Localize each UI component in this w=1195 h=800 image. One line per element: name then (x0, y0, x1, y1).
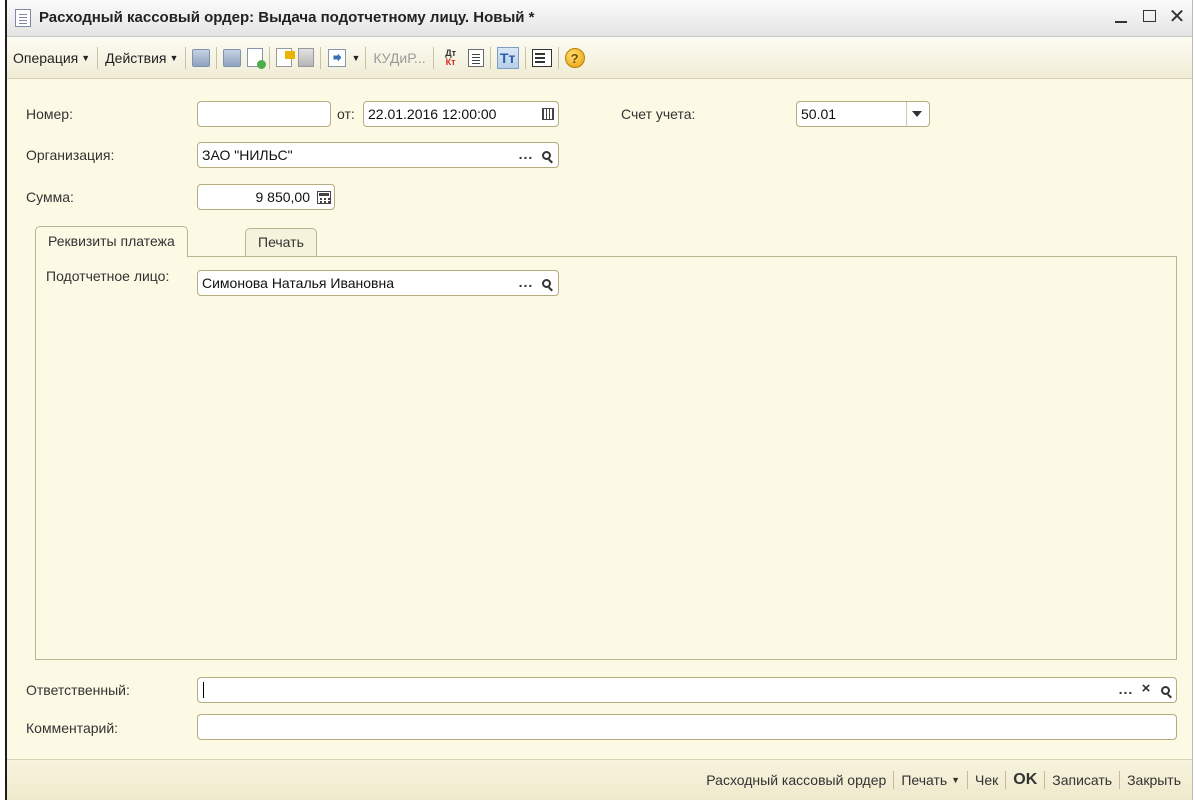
account-select[interactable]: 50.01 (796, 101, 930, 127)
organization-choose-button[interactable]: ... (516, 143, 536, 167)
print-menu-button[interactable]: Печать ▼ (894, 772, 967, 788)
account-label: Счет учета: (621, 106, 696, 122)
search-icon (541, 150, 551, 160)
organization-label: Организация: (26, 147, 115, 163)
calculator-icon (317, 190, 331, 204)
footer-bar: Расходный кассовый ордер Печать ▼ Чек OK… (7, 760, 1192, 800)
close-window-button[interactable]: ✕ (1168, 5, 1186, 29)
comment-label: Комментарий: (26, 720, 119, 736)
responsible-field[interactable]: ... × (197, 677, 1177, 703)
toolbar: Операция ▼ Действия ▼ ▼ КУДиР... Дт Кт Тт ? (7, 37, 1192, 79)
tab-print[interactable]: Печать (245, 228, 317, 256)
sum-field[interactable]: 9 850,00 (197, 184, 335, 210)
postings-report-icon[interactable] (276, 48, 296, 67)
window-title: Расходный кассовый ордер: Выдача подотче… (39, 9, 535, 26)
search-icon (1160, 685, 1170, 695)
post-and-close-icon[interactable] (192, 48, 211, 67)
responsible-label: Ответственный: (26, 682, 130, 698)
comment-field[interactable] (197, 714, 1177, 740)
toolbar-divider (489, 46, 491, 69)
kudir-button[interactable]: КУДиР... (369, 50, 429, 66)
responsible-open-button[interactable] (1155, 678, 1175, 702)
toolbar-divider (185, 46, 187, 69)
organization-field[interactable]: ЗАО "НИЛЬС" ... (197, 142, 559, 168)
check-button[interactable]: Чек (968, 772, 1005, 788)
print-order-button[interactable]: Расходный кассовый ордер (699, 772, 893, 788)
accountable-person-field[interactable]: Симонова Наталья Ивановна ... (197, 270, 559, 296)
kt-label: Кт (445, 56, 456, 67)
calculator-button[interactable] (314, 185, 334, 209)
toolbar-divider (269, 46, 271, 69)
number-label: Номер: (26, 106, 73, 122)
toolbar-divider (557, 46, 559, 69)
ok-button[interactable]: OK (1006, 771, 1044, 789)
responsible-choose-button[interactable]: ... (1116, 678, 1136, 702)
date-label: от: (337, 106, 355, 122)
sum-value: 9 850,00 (255, 189, 311, 205)
responsible-clear-button[interactable]: × (1136, 678, 1156, 702)
operation-menu-label: Операция (13, 49, 79, 66)
organization-value: ЗАО "НИЛЬС" (202, 147, 293, 163)
chevron-down-icon (912, 111, 922, 118)
chevron-down-icon: ▼ (351, 52, 361, 63)
toolbar-divider (432, 46, 434, 69)
create-based-on-icon (328, 48, 347, 67)
accountable-person-choose-button[interactable]: ... (516, 271, 536, 295)
save-button[interactable]: Записать (1045, 772, 1119, 788)
chevron-down-icon: ▼ (81, 52, 91, 63)
title-bar[interactable]: Расходный кассовый ордер: Выдача подотче… (7, 0, 1192, 37)
accountable-person-value: Симонова Наталья Ивановна (202, 275, 394, 291)
print-menu-label: Печать (901, 772, 948, 788)
journal-icon[interactable] (467, 48, 484, 67)
document-window: Расходный кассовый ордер: Выдача подотче… (5, 0, 1193, 800)
close-button[interactable]: Закрыть (1120, 772, 1188, 788)
account-value: 50.01 (801, 106, 837, 122)
dt-kt-icon[interactable]: Дт Кт (440, 47, 462, 69)
search-icon (541, 278, 551, 288)
help-icon[interactable]: ? (564, 47, 585, 68)
typical-operation-icon[interactable]: Тт (496, 46, 519, 69)
text-cursor (203, 682, 204, 698)
minimize-button[interactable] (1112, 5, 1130, 29)
toolbar-divider (365, 46, 367, 69)
settings-columns-icon[interactable] (531, 48, 552, 67)
new-copy-icon[interactable] (247, 48, 267, 69)
calendar-icon (542, 108, 554, 121)
chevron-down-icon: ▼ (951, 775, 960, 785)
tab-payment-details[interactable]: Реквизиты платежа (35, 226, 188, 257)
maximize-button[interactable] (1140, 5, 1158, 29)
window-controls: ✕ (1112, 5, 1186, 29)
tab-panel-payment-details: Подотчетное лицо: Симонова Наталья Ивано… (35, 256, 1177, 660)
calendar-button[interactable] (538, 102, 558, 126)
create-based-on-menu[interactable]: ▼ (324, 48, 362, 67)
actions-menu[interactable]: Действия ▼ (101, 50, 182, 66)
accountable-person-label: Подотчетное лицо: (46, 268, 170, 284)
dt-label: Дт (445, 47, 457, 58)
sum-label: Сумма: (26, 189, 74, 205)
date-field[interactable]: 22.01.2016 12:00:00 (363, 101, 559, 127)
toolbar-divider (216, 46, 218, 69)
operation-menu[interactable]: Операция ▼ (9, 50, 94, 66)
structure-icon[interactable] (298, 48, 315, 67)
toolbar-divider (320, 46, 322, 69)
toolbar-divider (97, 46, 99, 69)
accountable-person-open-button[interactable] (536, 271, 556, 295)
date-value: 22.01.2016 12:00:00 (368, 106, 497, 122)
document-icon (15, 9, 31, 27)
actions-menu-label: Действия (105, 49, 167, 66)
account-dropdown-button[interactable] (906, 102, 927, 126)
number-field[interactable] (197, 101, 331, 127)
toolbar-divider (524, 46, 526, 69)
organization-open-button[interactable] (536, 143, 556, 167)
chevron-down-icon: ▼ (169, 52, 179, 63)
post-icon[interactable] (223, 48, 242, 67)
